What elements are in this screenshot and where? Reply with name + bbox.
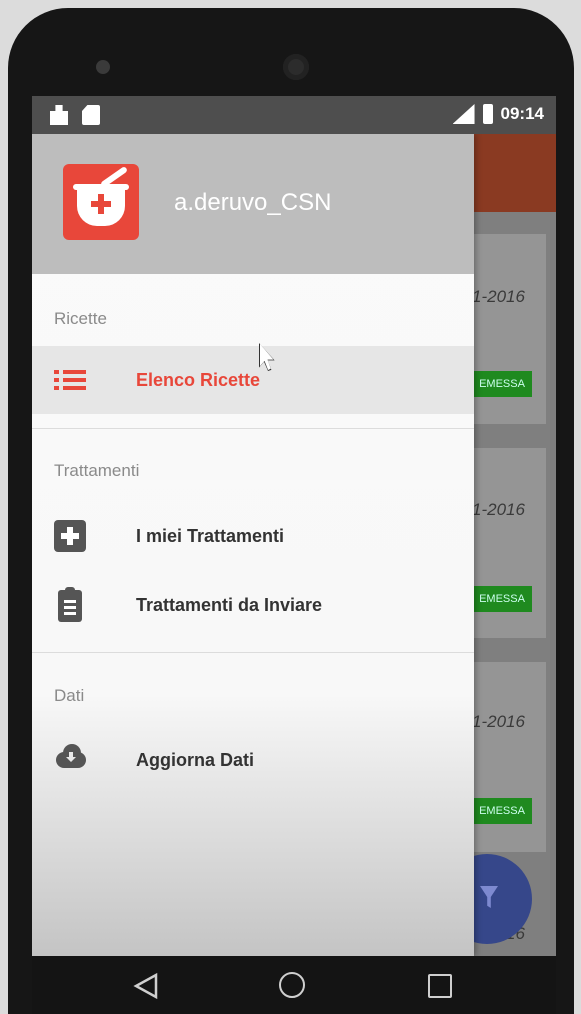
screen: 09:14 1-2016 EMESSA 1-2016 EMESSA 1-2016… [32, 96, 556, 956]
item-date: 1-2016 [472, 500, 525, 519]
home-icon[interactable] [279, 972, 305, 998]
back-icon[interactable] [132, 972, 160, 1000]
section-label-trattamenti: Trattamenti [54, 461, 140, 480]
status-bar: 09:14 [32, 96, 556, 134]
recent-apps-icon[interactable] [428, 974, 452, 998]
status-badge: EMESSA [472, 798, 532, 824]
app-logo [63, 164, 139, 240]
item-date: 1-2016 [472, 287, 525, 306]
plus-box-icon [54, 520, 86, 552]
username: a.deruvo_CSN [174, 189, 332, 216]
status-time: 09:14 [500, 104, 544, 123]
filter-icon [480, 886, 498, 908]
speaker [96, 60, 110, 74]
drawer-item-label: Trattamenti da Inviare [136, 594, 323, 615]
drawer-item-miei-trattamenti[interactable]: I miei Trattamenti [32, 502, 474, 570]
notification-icon [50, 105, 68, 125]
drawer-item-aggiorna-dati[interactable]: Aggiorna Dati [32, 726, 474, 794]
section-label-dati: Dati [54, 686, 85, 705]
status-badge: EMESSA [472, 586, 532, 612]
item-date: 1-2016 [472, 712, 525, 731]
drawer-item-label: I miei Trattamenti [136, 525, 285, 546]
drawer-item-elenco-ricette[interactable]: Elenco Ricette [32, 346, 474, 414]
sd-card-icon [82, 105, 100, 125]
navigation-drawer: a.deruvo_CSN Ricette Elenco Ricette Trat… [32, 134, 474, 956]
front-camera [283, 54, 309, 80]
status-badge: EMESSA [472, 371, 532, 397]
drawer-header: a.deruvo_CSN [32, 134, 474, 274]
battery-icon [482, 104, 493, 124]
drawer-item-label: Elenco Ricette [136, 369, 261, 390]
navigation-bar [32, 956, 556, 1014]
list-icon [54, 364, 86, 396]
cloud-download-icon [54, 740, 86, 772]
divider [32, 652, 474, 653]
section-label-ricette: Ricette [54, 309, 107, 328]
signal-icon [452, 104, 475, 124]
divider [32, 428, 474, 429]
drawer-item-trattamenti-da-inviare[interactable]: Trattamenti da Inviare [32, 571, 474, 639]
drawer-item-label: Aggiorna Dati [136, 749, 255, 770]
clipboard-icon [58, 587, 82, 622]
